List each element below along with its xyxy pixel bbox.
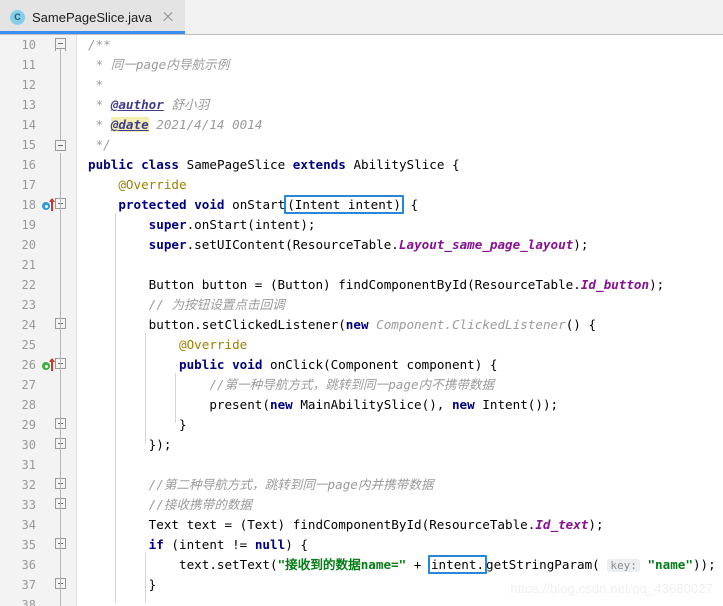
line-number: 16 — [21, 158, 36, 172]
line-number: 32 — [21, 478, 36, 492]
selection-highlight-intent-param[interactable]: (Intent intent) — [284, 195, 404, 214]
tab-samepageslice-java[interactable]: C SamePageSlice.java — [0, 0, 185, 34]
line-number: 12 — [21, 78, 36, 92]
line-number: 21 — [21, 258, 36, 272]
java-class-icon: C — [10, 9, 25, 25]
code-line[interactable]: 27 //第一种导航方式，跳转到同一page内不携带数据 — [0, 375, 723, 395]
line-number: 25 — [21, 338, 36, 352]
line-number: 26 — [21, 358, 36, 372]
code-line[interactable]: 11 * 同一page内导航示例 — [0, 55, 723, 75]
close-icon[interactable] — [161, 10, 175, 24]
line-number: 29 — [21, 418, 36, 432]
line-number: 38 — [21, 598, 36, 606]
line-number: 15 — [21, 138, 36, 152]
code-line[interactable]: 32 //第二种导航方式，跳转到同一page内并携带数据 — [0, 475, 723, 495]
code-line[interactable]: 35 if (intent != null) { — [0, 535, 723, 555]
code-line[interactable]: 36 text.setText("接收到的数据name=" + intent. g… — [0, 555, 723, 575]
line-number: 37 — [21, 578, 36, 592]
code-line[interactable]: 16 public class SamePageSlice extends Ab… — [0, 155, 723, 175]
line-number: 23 — [21, 298, 36, 312]
line-number: 22 — [21, 278, 36, 292]
code-line[interactable]: 23 // 为按钮设置点击回调 — [0, 295, 723, 315]
line-number: 19 — [21, 218, 36, 232]
code-line[interactable]: 22 Button button = (Button) findComponen… — [0, 275, 723, 295]
code-line[interactable]: 10 /** — [0, 35, 723, 55]
line-number: 31 — [21, 458, 36, 472]
code-line[interactable]: 17 @Override — [0, 175, 723, 195]
code-line[interactable]: 34 Text text = (Text) findComponentById(… — [0, 515, 723, 535]
line-number: 35 — [21, 538, 36, 552]
line-number: 14 — [21, 118, 36, 132]
line-number: 34 — [21, 518, 36, 532]
code-line[interactable]: 33 //接收携带的数据 — [0, 495, 723, 515]
line-number: 18 — [21, 198, 36, 212]
line-number: 11 — [21, 58, 36, 72]
code-line[interactable]: 24 button.setClickedListener(new Compone… — [0, 315, 723, 335]
code-line[interactable]: 29 } — [0, 415, 723, 435]
csdn-watermark: https://blog.csdn.net/qq_43680027 — [510, 581, 713, 596]
code-lines[interactable]: 10 /** 11 * 同一page内导航示例 12 * 13 * @autho… — [0, 35, 723, 606]
code-line[interactable]: 13 * @author 舒小羽 — [0, 95, 723, 115]
code-editor[interactable]: 10 /** 11 * 同一page内导航示例 12 * 13 * @autho… — [0, 35, 723, 606]
code-line[interactable]: 19 super.onStart(intent); — [0, 215, 723, 235]
code-line[interactable]: 14 * @date 2021/4/14 0014 — [0, 115, 723, 135]
line-number: 17 — [21, 178, 36, 192]
code-line[interactable]: 21 — [0, 255, 723, 275]
line-number: 28 — [21, 398, 36, 412]
line-number: 13 — [21, 98, 36, 112]
line-number: 36 — [21, 558, 36, 572]
code-line[interactable]: 25 @Override — [0, 335, 723, 355]
line-number: 33 — [21, 498, 36, 512]
line-number: 10 — [21, 38, 36, 52]
code-line[interactable]: 28 present(new MainAbilitySlice(), new I… — [0, 395, 723, 415]
line-number: 27 — [21, 378, 36, 392]
line-number: 30 — [21, 438, 36, 452]
code-line[interactable]: 12 * — [0, 75, 723, 95]
code-line[interactable]: 30 }); — [0, 435, 723, 455]
code-line[interactable]: 20 super.setUIContent(ResourceTable.Layo… — [0, 235, 723, 255]
code-line[interactable]: 38 — [0, 595, 723, 606]
line-number: 20 — [21, 238, 36, 252]
line-number: 24 — [21, 318, 36, 332]
selection-highlight-intent-ref[interactable]: intent. — [427, 555, 488, 574]
inlay-hint-key[interactable]: key: — [607, 559, 640, 572]
code-line[interactable]: 31 — [0, 455, 723, 475]
code-line[interactable]: 15 */ — [0, 135, 723, 155]
code-line[interactable]: 18 protected void onStart (Intent intent)… — [0, 195, 723, 215]
tab-label: SamePageSlice.java — [32, 9, 152, 25]
code-line[interactable]: 26 public void onClick(Component compone… — [0, 355, 723, 375]
editor-tab-bar: C SamePageSlice.java — [0, 0, 723, 35]
